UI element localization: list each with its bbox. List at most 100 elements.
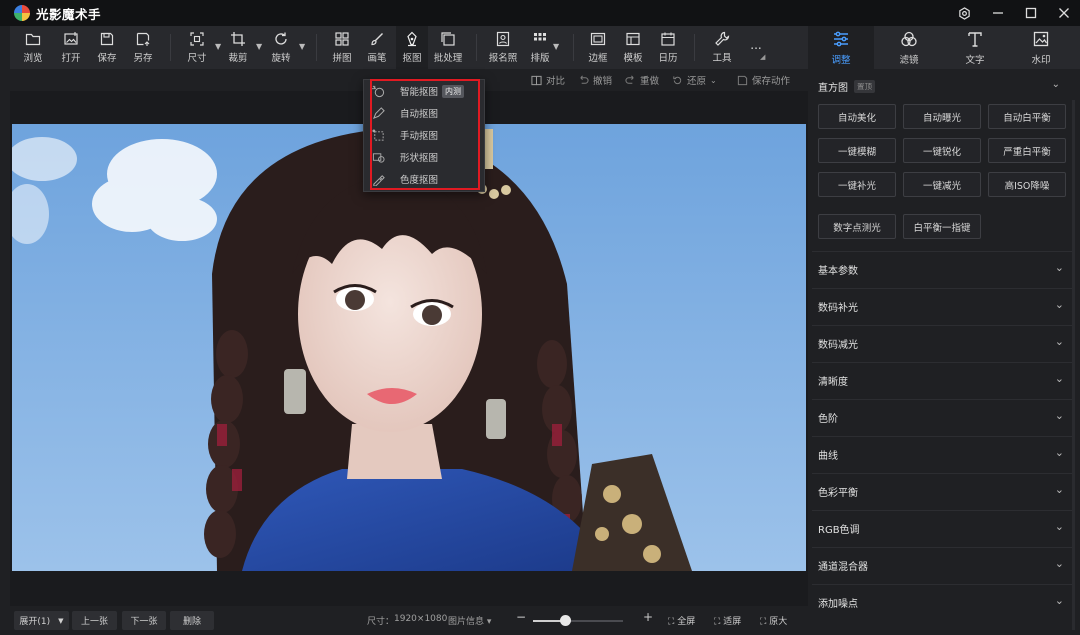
compare-button[interactable]: 对比: [531, 73, 565, 87]
quick-adjust-button[interactable]: 一键锐化: [903, 138, 981, 163]
undo-button[interactable]: 撤销: [578, 73, 612, 87]
tool-collage[interactable]: 拼图: [327, 26, 357, 69]
tool-brush[interactable]: 画笔: [362, 26, 392, 69]
expand-corner-icon[interactable]: ◢: [760, 53, 765, 61]
prev-image-button[interactable]: 上一张: [72, 611, 117, 630]
original-size-button[interactable]: ⛶ 原大: [760, 614, 787, 627]
adjust-section[interactable]: 色彩平衡 ⌄: [812, 473, 1074, 509]
tool-template[interactable]: 模板: [618, 26, 648, 69]
toolbar-divider: [573, 34, 574, 61]
sliders-icon: [834, 31, 848, 46]
adjust-section[interactable]: 添加噪点 ⌄: [812, 584, 1074, 620]
chevron-down-icon: ⌄: [1054, 372, 1064, 385]
restore-button[interactable]: 还原 ⌄: [672, 73, 717, 87]
adjust-section[interactable]: 数码减光 ⌄: [812, 325, 1074, 361]
image-info-button[interactable]: 图片信息 ▾: [448, 614, 491, 627]
zoom-out-button[interactable]: −: [516, 610, 526, 624]
restore-icon: [673, 75, 682, 84]
chevron-down-icon[interactable]: ▼: [299, 42, 305, 51]
fullscreen-label: 全屏: [677, 617, 696, 627]
adjust-section[interactable]: 数码补光 ⌄: [812, 288, 1074, 324]
tool-rotate[interactable]: 旋转: [266, 26, 296, 69]
tool-crop[interactable]: 裁剪: [223, 26, 253, 69]
tool-open[interactable]: 打开: [56, 26, 86, 69]
adjust-section[interactable]: 色阶 ⌄: [812, 399, 1074, 435]
pin-badge[interactable]: 置顶: [854, 79, 875, 93]
expand-label: 展开(1): [19, 617, 51, 627]
tool-calendar[interactable]: 日历: [653, 26, 683, 69]
toolbar-divider: [694, 34, 695, 61]
chevron-down-icon[interactable]: ▼: [553, 42, 559, 51]
tool-id-photo[interactable]: 报名照: [485, 26, 521, 69]
app-logo: [14, 5, 30, 21]
resize-icon: [190, 32, 204, 46]
text-icon: [968, 31, 982, 47]
expand-select[interactable]: 展开(1) ▼: [14, 611, 69, 630]
quick-adjust-button[interactable]: 自动美化: [818, 104, 896, 129]
toolbar-divider: [316, 34, 317, 61]
toolbar-divider: [476, 34, 477, 61]
tab-watermark[interactable]: 水印: [1008, 26, 1074, 69]
compare-label: 对比: [546, 76, 566, 87]
quick-adjust-button[interactable]: 一键模糊: [818, 138, 896, 163]
tool-browse[interactable]: 浏览: [18, 26, 48, 69]
app-window: 光影魔术手 浏览 打开 保存 另存 尺寸 ▼ 裁剪 ▼ 旋转 ▼ 拼图 画笔 抠…: [0, 0, 1080, 635]
tool-size[interactable]: 尺寸: [182, 26, 212, 69]
original-size-icon: ⛶: [760, 617, 767, 627]
tool-save[interactable]: 保存: [92, 26, 122, 69]
delete-button[interactable]: 删除: [170, 611, 214, 630]
next-image-button[interactable]: 下一张: [122, 611, 166, 630]
histogram-header[interactable]: 直方图 置顶 ⌄: [808, 69, 1080, 103]
maximize-icon[interactable]: [1014, 0, 1047, 26]
tool-label: 旋转: [271, 53, 291, 64]
tools-icon: [715, 31, 730, 46]
quick-adjust-button[interactable]: 一键补光: [818, 172, 896, 197]
chevron-down-icon[interactable]: ⌄: [1052, 79, 1060, 90]
adjust-section[interactable]: RGB色调 ⌄: [812, 510, 1074, 546]
batch-icon: [441, 32, 455, 46]
original-label: 原大: [769, 617, 788, 627]
adjust-section[interactable]: 通道混合器 ⌄: [812, 547, 1074, 583]
redo-button[interactable]: 重做: [625, 73, 659, 87]
settings-icon[interactable]: [948, 0, 981, 26]
quick-adjust-button[interactable]: 一键减光: [903, 172, 981, 197]
tool-more[interactable]: ...: [744, 26, 768, 69]
adjust-section[interactable]: 基本参数 ⌄: [812, 251, 1074, 287]
tool-tools[interactable]: 工具: [707, 26, 737, 69]
save-action-button[interactable]: 保存动作: [737, 73, 790, 87]
minimize-icon[interactable]: [981, 0, 1014, 26]
section-label: 清晰度: [818, 377, 848, 388]
tool-save-as[interactable]: 另存: [128, 26, 158, 69]
quick-adjust-button[interactable]: 严重白平衡: [988, 138, 1066, 163]
quick-adjust-button[interactable]: 自动白平衡: [988, 104, 1066, 129]
quick-adjust-button[interactable]: 数字点测光: [818, 214, 896, 239]
tool-layout[interactable]: 排版: [525, 26, 555, 69]
tool-label: 边框: [588, 53, 608, 64]
tab-label: 水印: [1031, 54, 1051, 66]
fit-label: 适屏: [723, 617, 742, 627]
tab-filter[interactable]: 滤镜: [876, 26, 942, 69]
tool-label: 抠图: [402, 53, 422, 64]
quick-adjust-button[interactable]: 白平衡一指键: [903, 214, 981, 239]
tool-cutout[interactable]: 抠图: [396, 26, 428, 69]
prev-label: 上一张: [80, 617, 108, 627]
adjust-section[interactable]: 曲线 ⌄: [812, 436, 1074, 472]
section-label: 数码减光: [818, 340, 858, 351]
fullscreen-button[interactable]: ⛶ 全屏: [668, 614, 695, 627]
chevron-down-icon[interactable]: ▼: [215, 42, 221, 51]
chevron-down-icon[interactable]: ▼: [256, 42, 262, 51]
quick-adjust-button[interactable]: 高ISO降噪: [988, 172, 1066, 197]
tool-batch[interactable]: 批处理: [431, 26, 465, 69]
panel-scrollbar[interactable]: [1072, 100, 1075, 630]
close-icon[interactable]: [1047, 0, 1080, 26]
adjust-section[interactable]: 清晰度 ⌄: [812, 362, 1074, 398]
main-toolbar: 浏览 打开 保存 另存 尺寸 ▼ 裁剪 ▼ 旋转 ▼ 拼图 画笔 抠图 批处理 …: [10, 26, 808, 69]
tool-border[interactable]: 边框: [583, 26, 613, 69]
quick-adjust-button[interactable]: 自动曝光: [903, 104, 981, 129]
tab-text[interactable]: 文字: [942, 26, 1008, 69]
zoom-in-button[interactable]: +: [643, 610, 653, 624]
zoom-slider-handle[interactable]: [559, 615, 571, 626]
tab-adjust[interactable]: 调整: [808, 26, 874, 69]
tool-label: 打开: [61, 53, 81, 64]
fit-screen-button[interactable]: ⛶ 适屏: [714, 614, 741, 627]
